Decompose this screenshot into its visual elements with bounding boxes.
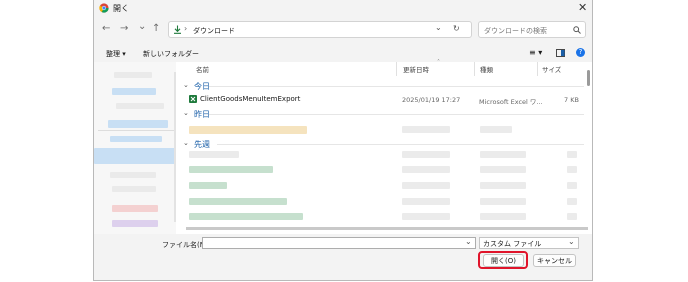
blurred-cell	[480, 213, 526, 220]
blurred-cell	[480, 166, 526, 173]
blurred-cell	[402, 151, 450, 158]
column-divider	[474, 62, 475, 76]
nav-pane-item[interactable]	[114, 72, 152, 78]
nav-pane-item[interactable]	[116, 103, 164, 109]
blurred-file-row[interactable]	[189, 151, 239, 158]
column-divider	[396, 62, 397, 76]
navigation-pane	[94, 62, 176, 234]
group-divider	[209, 86, 584, 87]
blurred-cell	[402, 166, 450, 173]
file-modified: 2025/01/19 17:27	[402, 96, 461, 104]
blurred-cell	[567, 198, 577, 205]
file-type: Microsoft Excel ワ...	[479, 98, 543, 106]
nav-pane-item[interactable]	[112, 205, 158, 212]
blurred-cell	[480, 182, 526, 189]
view-options-icon[interactable]: ≡ ▾	[529, 48, 542, 57]
filetype-chevron-icon[interactable]: ⌄	[568, 237, 575, 246]
blurred-file-row[interactable]	[189, 182, 227, 189]
address-bar[interactable]: › ダウンロード ⌄ ↻	[168, 21, 472, 38]
blurred-cell	[567, 182, 577, 189]
blurred-cell	[480, 126, 512, 133]
breadcrumb-separator-icon: ›	[184, 24, 188, 33]
nav-pane-divider	[98, 130, 174, 131]
back-arrow-icon[interactable]: ←	[102, 23, 110, 34]
search-icon[interactable]	[573, 26, 581, 34]
open-button[interactable]: 開く(O)	[483, 254, 524, 267]
group-header-yesterday[interactable]: 昨日	[194, 109, 210, 120]
recent-locations-chevron-icon[interactable]: ⌄	[138, 21, 146, 32]
file-name: ClientGoodsMenuItemExport	[200, 95, 301, 103]
blurred-cell	[567, 151, 577, 158]
new-folder-button[interactable]: 新しいフォルダー	[143, 49, 199, 59]
forward-arrow-icon[interactable]: →	[120, 23, 128, 34]
breadcrumb-downloads[interactable]: ダウンロード	[193, 26, 235, 36]
group-divider	[209, 114, 584, 115]
filetype-select[interactable]: カスタム ファイル ⌄	[479, 237, 579, 249]
title-bar: 開く ✕	[94, 0, 592, 17]
blurred-cell	[480, 198, 526, 205]
blurred-cell	[402, 126, 450, 133]
nav-pane-item[interactable]	[112, 220, 158, 227]
blurred-cell	[402, 213, 450, 220]
preview-pane-icon[interactable]	[556, 49, 565, 57]
file-size: 7 KB	[564, 96, 579, 104]
blurred-file-row[interactable]	[189, 198, 287, 205]
nav-pane-item[interactable]	[108, 120, 168, 128]
column-divider	[537, 62, 538, 76]
blurred-file-row[interactable]	[189, 166, 273, 173]
close-icon[interactable]: ✕	[578, 1, 587, 14]
column-header-size[interactable]: サイズ	[542, 64, 561, 74]
chrome-logo-icon	[99, 3, 109, 13]
column-header-type[interactable]: 種類	[480, 64, 493, 74]
horizontal-scrollbar[interactable]	[186, 227, 588, 230]
cancel-button[interactable]: キャンセル	[533, 254, 576, 267]
search-box[interactable]: ダウンロードの検索	[478, 21, 586, 38]
nav-pane-item[interactable]	[110, 172, 156, 178]
blurred-cell	[567, 166, 577, 173]
blurred-file-row[interactable]	[189, 126, 307, 134]
search-placeholder: ダウンロードの検索	[484, 27, 547, 35]
excel-file-icon	[189, 95, 197, 103]
vertical-scrollbar[interactable]	[587, 70, 590, 86]
filename-input[interactable]: ⌄	[202, 237, 476, 249]
file-list	[176, 62, 592, 234]
address-dropdown-icon[interactable]: ⌄	[435, 23, 442, 32]
organize-button[interactable]: 整理 ▾	[106, 49, 126, 59]
open-file-dialog: 開く ✕ ← → ⌄ ↑ › ダウンロード ⌄ ↻ ダウンロードの検索 整理 ▾…	[93, 0, 593, 281]
nav-pane-selected-item[interactable]	[94, 148, 176, 164]
collapse-chevron-icon[interactable]: ⌄	[183, 109, 189, 117]
column-header-modified[interactable]: 更新日時	[403, 64, 429, 74]
blurred-cell	[567, 213, 577, 220]
collapse-chevron-icon[interactable]: ⌄	[183, 81, 189, 89]
group-header-today[interactable]: 今日	[194, 81, 210, 92]
filename-history-chevron-icon[interactable]: ⌄	[465, 237, 472, 246]
nav-pane-item[interactable]	[112, 88, 156, 95]
window-title: 開く	[113, 4, 129, 13]
blurred-cell	[402, 198, 450, 205]
download-icon	[174, 25, 181, 34]
help-icon[interactable]: ?	[576, 48, 585, 57]
file-row[interactable]: ClientGoodsMenuItemExport 2025/01/19 17:…	[186, 94, 586, 106]
blurred-file-row[interactable]	[189, 213, 303, 220]
collapse-chevron-icon[interactable]: ⌄	[183, 139, 189, 147]
nav-pane-item[interactable]	[110, 136, 162, 142]
filetype-value: カスタム ファイル	[483, 240, 542, 248]
blurred-cell	[402, 182, 450, 189]
sort-caret-icon: ˄	[437, 59, 440, 66]
group-header-last-week[interactable]: 先週	[194, 139, 210, 150]
blurred-cell	[480, 151, 526, 158]
nav-pane-item[interactable]	[112, 186, 156, 192]
refresh-icon[interactable]: ↻	[453, 24, 460, 33]
up-arrow-icon[interactable]: ↑	[152, 23, 160, 34]
group-divider	[217, 144, 584, 145]
column-header-name[interactable]: 名前	[196, 64, 209, 74]
